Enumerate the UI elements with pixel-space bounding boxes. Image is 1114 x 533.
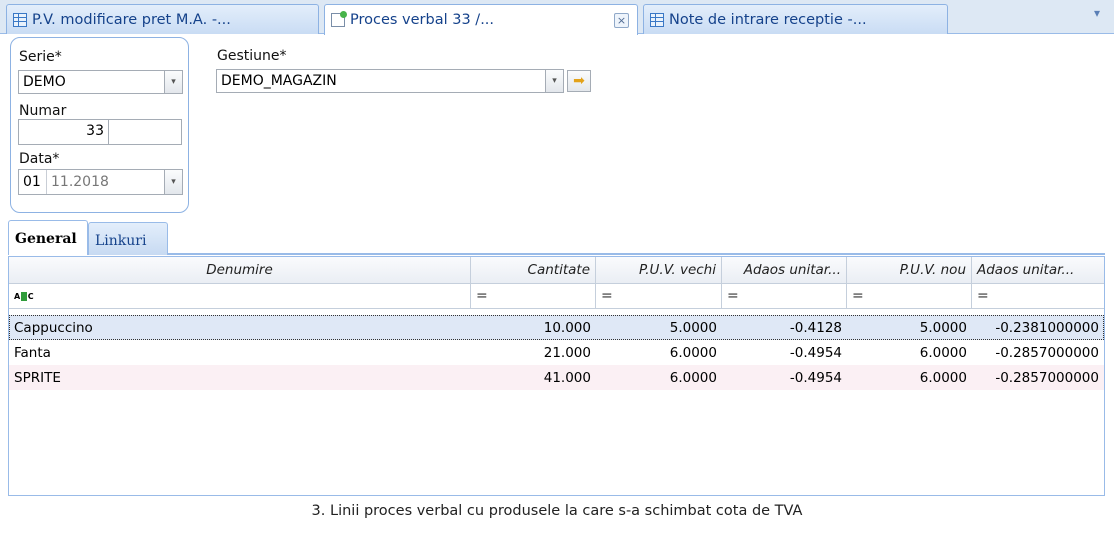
cell-cantitate: 21.000	[543, 344, 591, 361]
section-tabs: General Linkuri	[8, 220, 1105, 255]
tab-general[interactable]: General	[8, 220, 88, 255]
new-document-icon	[331, 11, 347, 27]
cell-puv-vechi: 5.0000	[669, 319, 717, 336]
serie-label: Serie*	[19, 49, 62, 65]
tab-proces-verbal[interactable]: Proces verbal 33 /... ×	[324, 4, 638, 35]
cell-adaos-nou: -0.2857000000	[995, 344, 1099, 361]
tab-pv-modificare-pret[interactable]: P.V. modificare pret M.A. -...	[6, 4, 319, 34]
table-row[interactable]: SPRITE 41.000 6.0000 -0.4954 6.0000 -0.2…	[9, 365, 1104, 390]
column-header-adaos-vechi[interactable]: Adaos unitar...	[722, 257, 847, 283]
cell-cantitate: 10.000	[543, 319, 591, 336]
serie-combobox[interactable]: DEMO ▾	[18, 70, 183, 94]
numar-input[interactable]: 33	[18, 119, 109, 145]
tab-note-intrare-receptie[interactable]: Note de intrare receptie -...	[643, 4, 948, 34]
grid-icon	[650, 12, 664, 27]
tab-label: P.V. modificare pret M.A. -...	[32, 11, 231, 28]
tab-linkuri[interactable]: Linkuri	[88, 222, 168, 255]
cell-puv-nou: 5.0000	[919, 319, 967, 336]
column-header-puv-nou[interactable]: P.U.V. nou	[847, 257, 972, 283]
pv-lines-grid: Denumire Cantitate P.U.V. vechi Adaos un…	[8, 256, 1105, 496]
text-filter-icon: AC	[14, 291, 34, 301]
cell-puv-vechi: 6.0000	[669, 344, 717, 361]
cell-denumire: SPRITE	[14, 369, 61, 386]
tab-list-menu-icon[interactable]: ▾	[1094, 6, 1100, 20]
cell-adaos-vechi: -0.4954	[789, 344, 842, 361]
chevron-down-icon[interactable]: ▾	[164, 71, 182, 93]
date-month-year[interactable]: 11.2018	[51, 174, 109, 190]
grid-header: Denumire Cantitate P.U.V. vechi Adaos un…	[9, 257, 1104, 284]
serie-value: DEMO	[23, 74, 66, 90]
column-header-puv-vechi[interactable]: P.U.V. vechi	[596, 257, 722, 283]
date-divider	[46, 170, 47, 194]
filter-puv-nou[interactable]: =	[847, 284, 972, 308]
document-tab-strip: P.V. modificare pret M.A. -... Proces ve…	[0, 0, 1114, 35]
cell-denumire: Fanta	[14, 344, 51, 361]
tab-label: Proces verbal 33 /...	[350, 12, 495, 28]
cell-puv-vechi: 6.0000	[669, 369, 717, 386]
cell-adaos-vechi: -0.4128	[789, 319, 842, 336]
close-icon[interactable]: ×	[614, 13, 629, 28]
cell-adaos-nou: -0.2381000000	[995, 319, 1099, 336]
column-header-cantitate[interactable]: Cantitate	[471, 257, 596, 283]
gestiune-label: Gestiune*	[217, 48, 287, 64]
cell-puv-nou: 6.0000	[919, 369, 967, 386]
chevron-down-icon[interactable]: ▾	[545, 70, 563, 92]
column-header-adaos-nou[interactable]: Adaos unitar...	[972, 257, 1104, 283]
filter-adaos-vechi[interactable]: =	[722, 284, 847, 308]
grid-filter-row: AC = = = = =	[9, 284, 1104, 309]
date-picker[interactable]: 01 11.2018 ▾	[18, 169, 183, 195]
cell-puv-nou: 6.0000	[919, 344, 967, 361]
table-row[interactable]: Fanta 21.000 6.0000 -0.4954 6.0000 -0.28…	[9, 340, 1104, 365]
data-label: Data*	[19, 151, 60, 167]
filter-adaos-nou[interactable]: =	[972, 284, 1104, 308]
numar-suffix-input[interactable]	[108, 119, 182, 145]
tab-label: Note de intrare receptie -...	[669, 11, 867, 28]
gestiune-value: DEMO_MAGAZIN	[221, 73, 337, 89]
figure-caption: 3. Linii proces verbal cu produsele la c…	[311, 503, 803, 519]
cell-denumire: Cappuccino	[14, 319, 93, 336]
grid-icon	[13, 12, 27, 27]
gestiune-combobox[interactable]: DEMO_MAGAZIN ▾	[216, 69, 564, 93]
filter-denumire[interactable]: AC	[9, 284, 471, 308]
cell-adaos-vechi: -0.4954	[789, 369, 842, 386]
filter-puv-vechi[interactable]: =	[596, 284, 722, 308]
filter-cantitate[interactable]: =	[471, 284, 596, 308]
table-row[interactable]: Cappuccino 10.000 5.0000 -0.4128 5.0000 …	[9, 315, 1104, 340]
go-arrow-icon[interactable]: ➡	[567, 70, 591, 92]
document-header-panel: Serie* DEMO ▾ Numar 33 Data* 01 11.2018 …	[10, 37, 189, 213]
cell-cantitate: 41.000	[543, 369, 591, 386]
column-header-denumire[interactable]: Denumire	[9, 257, 471, 283]
numar-label: Numar	[19, 103, 67, 119]
chevron-down-icon[interactable]: ▾	[164, 170, 182, 194]
cell-adaos-nou: -0.2857000000	[995, 369, 1099, 386]
date-day[interactable]: 01	[23, 174, 41, 190]
